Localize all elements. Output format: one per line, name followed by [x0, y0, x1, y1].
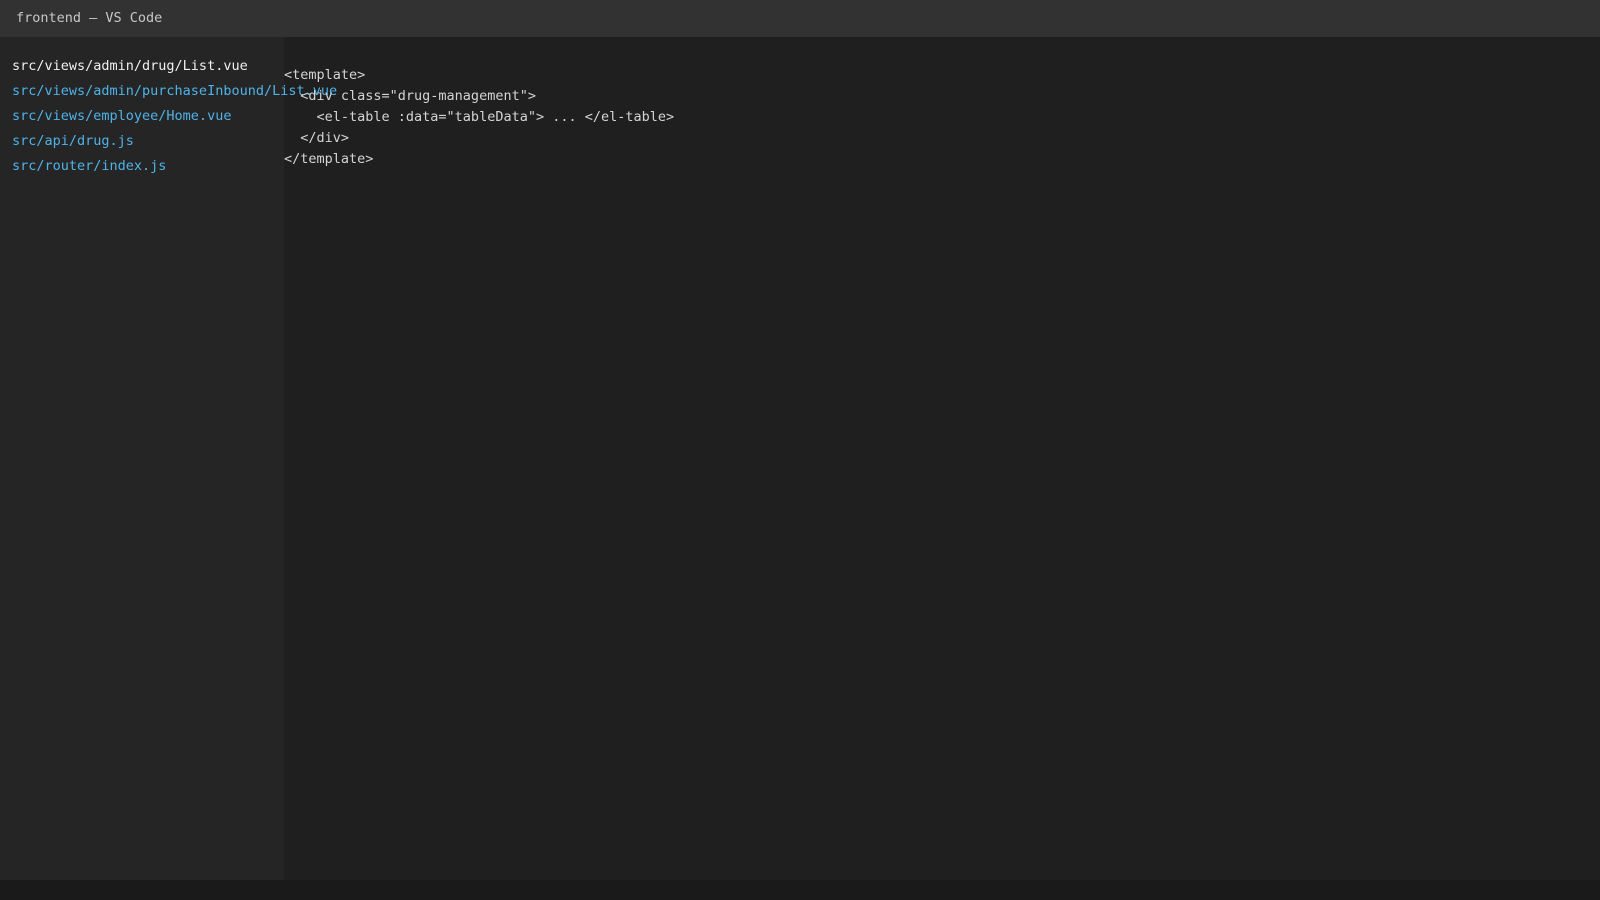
- code-editor[interactable]: <template> <div class="drug-management">…: [284, 37, 1600, 880]
- file-item-api-drug[interactable]: src/api/drug.js: [12, 129, 284, 154]
- file-list: src/views/admin/drug/List.vue src/views/…: [0, 37, 337, 179]
- vscode-window: frontend — VS Code src/views/admin/drug/…: [0, 0, 1600, 900]
- file-item-drug-list[interactable]: src/views/admin/drug/List.vue: [12, 54, 284, 79]
- code-content: <template> <div class="drug-management">…: [284, 37, 1600, 170]
- code-line: <div class="drug-management">: [284, 88, 536, 104]
- status-bar: [0, 880, 1600, 900]
- file-item-purchase-inbound-list[interactable]: src/views/admin/purchaseInbound/List.vue: [12, 79, 337, 104]
- code-line: <el-table :data="tableData"> ... </el-ta…: [284, 109, 675, 125]
- code-line: </div>: [284, 130, 350, 146]
- file-explorer: src/views/admin/drug/List.vue src/views/…: [0, 37, 337, 880]
- file-item-employee-home[interactable]: src/views/employee/Home.vue: [12, 104, 284, 129]
- code-line: </template>: [284, 151, 374, 167]
- title-bar: frontend — VS Code: [0, 0, 1600, 37]
- window-title: frontend — VS Code: [16, 10, 163, 26]
- file-item-router-index[interactable]: src/router/index.js: [12, 154, 284, 179]
- code-line: <template>: [284, 67, 366, 83]
